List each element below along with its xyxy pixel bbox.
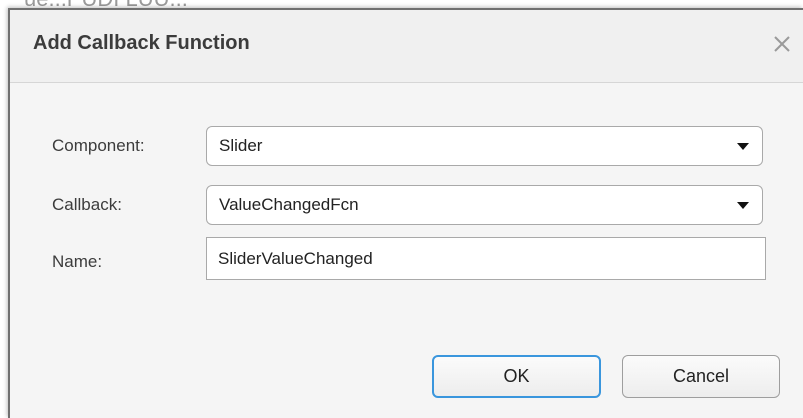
component-dropdown[interactable]: Slider xyxy=(206,126,763,166)
chevron-down-icon xyxy=(737,202,749,209)
callback-label: Callback: xyxy=(52,195,122,214)
add-callback-dialog: Add Callback Function Component: Slider … xyxy=(8,8,803,418)
name-field-value: SliderValueChanged xyxy=(218,249,373,268)
name-label: Name: xyxy=(52,252,103,271)
component-dropdown-value: Slider xyxy=(219,136,263,155)
dialog-titlebar: Add Callback Function xyxy=(10,10,803,83)
callback-dropdown-value: ValueChangedFcn xyxy=(219,195,359,214)
close-icon[interactable] xyxy=(770,32,794,56)
cancel-button[interactable]: Cancel xyxy=(622,355,780,398)
dialog-title: Add Callback Function xyxy=(33,32,250,54)
name-field[interactable]: SliderValueChanged xyxy=(206,237,766,280)
component-label: Component: xyxy=(52,136,145,155)
chevron-down-icon xyxy=(737,143,749,150)
callback-dropdown[interactable]: ValueChangedFcn xyxy=(206,185,763,225)
ok-button[interactable]: OK xyxy=(432,355,601,398)
